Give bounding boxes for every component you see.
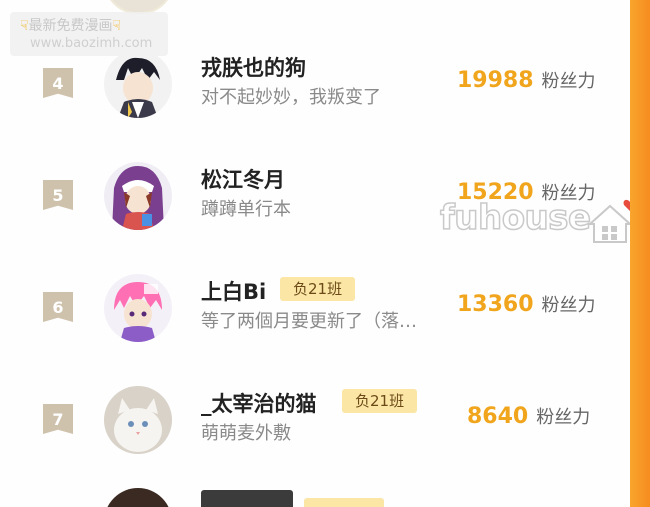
user-description: 蹲蹲单行本 bbox=[201, 199, 291, 220]
fans-count: 19988 粉丝力 bbox=[457, 67, 596, 93]
watermark-line1-text: 最新免费漫画 bbox=[28, 18, 113, 34]
watermark: ☟最新免费漫画☟ www.baozimh.com bbox=[10, 12, 168, 56]
user-name[interactable]: 上白Bi bbox=[201, 276, 266, 306]
user-name-partial[interactable] bbox=[201, 490, 293, 507]
ranking-row[interactable]: 4 戎朕也的狗 对不起妙妙，我叛变了 19988 粉丝力 bbox=[0, 50, 630, 162]
pointing-hand-icon: ☟ bbox=[20, 18, 29, 34]
user-description: 等了两個月要更新了（落… bbox=[201, 311, 417, 332]
fuhouse-watermark: fuhouse bbox=[439, 196, 630, 252]
orange-frame-edge bbox=[630, 0, 650, 507]
fuhouse-text: fuhouse bbox=[439, 197, 592, 239]
avatar[interactable] bbox=[104, 386, 172, 454]
ranking-row[interactable]: 7 _太宰治的猫 负21班 萌萌麦外敷 8640 粉丝力 bbox=[0, 386, 630, 498]
avatar-icon bbox=[104, 50, 172, 118]
user-name[interactable]: _太宰治的猫 bbox=[201, 388, 317, 418]
avatar[interactable] bbox=[104, 50, 172, 118]
watermark-line1: ☟最新免费漫画☟ bbox=[20, 15, 121, 35]
user-name[interactable]: 松江冬月 bbox=[201, 164, 285, 194]
watermark-url: www.baozimh.com bbox=[30, 36, 153, 51]
fans-count: 8640 粉丝力 bbox=[467, 403, 590, 429]
fans-count: 13360 粉丝力 bbox=[457, 291, 596, 317]
avatar-icon bbox=[104, 162, 172, 230]
rank-badge: 5 bbox=[43, 180, 73, 210]
rank-badge: 4 bbox=[43, 68, 73, 98]
pointing-hand-icon: ☟ bbox=[112, 18, 122, 34]
user-name[interactable]: 戎朕也的狗 bbox=[201, 52, 306, 82]
fans-number: 19988 bbox=[457, 68, 534, 93]
ranking-list: ☟最新免费漫画☟ www.baozimh.com 4 戎朕也的狗 对不起妙妙，我… bbox=[0, 0, 630, 507]
ranking-row[interactable]: 6 上白Bi 负21班 等了两個月要更新了（落… 13360 粉丝力 bbox=[0, 274, 630, 386]
class-tag-partial bbox=[304, 498, 384, 507]
user-description: 萌萌麦外敷 bbox=[201, 423, 291, 444]
avatar-icon bbox=[104, 386, 172, 454]
rank-badge: 7 bbox=[43, 404, 73, 434]
house-heart-icon bbox=[587, 199, 630, 243]
rank-badge: 6 bbox=[43, 292, 73, 322]
fans-label: 粉丝力 bbox=[541, 71, 596, 92]
fans-number: 13360 bbox=[457, 292, 534, 317]
avatar[interactable] bbox=[104, 274, 172, 342]
fans-label: 粉丝力 bbox=[541, 295, 596, 316]
fans-number: 8640 bbox=[467, 404, 529, 429]
class-tag: 负21班 bbox=[342, 389, 418, 413]
user-description: 对不起妙妙，我叛变了 bbox=[201, 87, 381, 108]
fans-label: 粉丝力 bbox=[536, 407, 591, 428]
avatar-icon bbox=[104, 274, 172, 342]
class-tag: 负21班 bbox=[280, 277, 356, 301]
avatar[interactable] bbox=[104, 162, 172, 230]
